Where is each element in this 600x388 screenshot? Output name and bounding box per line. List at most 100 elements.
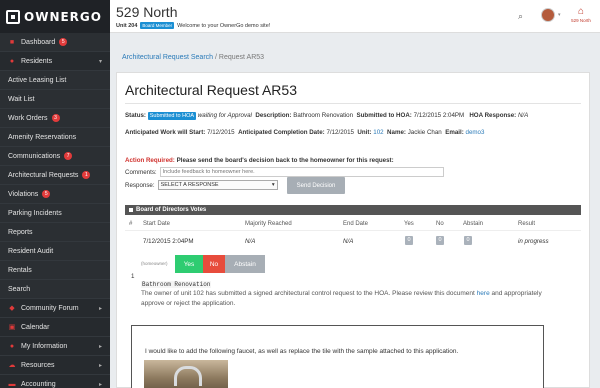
vote-end: N/A — [343, 238, 354, 245]
description-label: Description: — [255, 112, 292, 119]
sidebar-item-label: Rentals — [8, 266, 32, 274]
chat-icon: ◆ — [9, 305, 15, 312]
sidebar-item-resident-audit[interactable]: Resident Audit — [0, 242, 110, 261]
response-select[interactable]: SELECT A RESPONSE ▾ — [157, 180, 278, 190]
sidebar-item-accounting[interactable]: ▬ Accounting ▸ — [0, 375, 110, 388]
calendar-icon: ▣ — [8, 324, 16, 331]
sidebar-item-label: Amenity Reservations — [8, 133, 77, 141]
sidebar-item-active-leasing-list[interactable]: Active Leasing List — [0, 71, 110, 90]
sidebar-item-label: Accounting — [21, 380, 56, 388]
document-text: I would like to add the following faucet… — [145, 348, 459, 355]
app-logo[interactable]: OWNERGO — [0, 0, 110, 33]
table-divider — [125, 230, 581, 231]
welcome-text: Welcome to your OwnerGo demo site! — [177, 22, 271, 29]
sidebar-item-communications[interactable]: Communications 7 — [0, 147, 110, 166]
home-icon: ■ — [9, 38, 15, 46]
sidebar-item-parking-incidents[interactable]: Parking Incidents — [0, 204, 110, 223]
sidebar-item-my-information[interactable]: ● My Information ▸ — [0, 337, 110, 356]
response-row: Response: SELECT A RESPONSE ▾ — [125, 180, 278, 190]
sidebar-item-calendar[interactable]: ▣ Calendar — [0, 318, 110, 337]
chevron-down-icon[interactable]: ▾ — [558, 12, 561, 18]
abstain-count: 0 — [464, 236, 472, 245]
vote-majority: N/A — [245, 238, 256, 245]
sidebar-item-label: Work Orders — [8, 114, 48, 122]
top-bar: 529 North Unit 204 Board Member Welcome … — [110, 0, 600, 33]
status-note: waiting for Approval — [197, 112, 252, 119]
notification-badge: 7 — [64, 152, 73, 160]
breadcrumb-separator: / — [215, 54, 217, 61]
page-title: Architectural Request AR53 — [125, 82, 297, 98]
user-icon: ● — [9, 342, 15, 350]
sidebar-item-label: Violations — [8, 190, 39, 198]
document-preview: I would like to add the following faucet… — [131, 325, 544, 388]
sidebar-item-amenity-reservations[interactable]: Amenity Reservations — [0, 128, 110, 147]
sidebar-item-label: Architectural Requests — [8, 171, 79, 179]
chevron-right-icon: ▸ — [98, 343, 102, 350]
status-badge: Submitted to HOA — [147, 112, 197, 120]
sidebar-item-wait-list[interactable]: Wait List — [0, 90, 110, 109]
description-value: Bathroom Renovation — [293, 112, 354, 119]
action-message: Please send the board's decision back to… — [176, 157, 394, 164]
unit-label: Unit: — [357, 129, 372, 136]
sidebar-item-rentals[interactable]: Rentals — [0, 261, 110, 280]
sidebar-item-label: Reports — [8, 228, 33, 236]
sidebar: OWNERGO ■ Dashboard 5 ● Residents ▾ Active L… — [0, 0, 110, 388]
vote-as-label: (homeowner) — [141, 261, 168, 266]
col-end-date: End Date — [343, 221, 369, 227]
avatar[interactable] — [541, 8, 555, 22]
col-majority: Majority Reached — [245, 221, 292, 227]
comments-input[interactable] — [159, 167, 444, 177]
sidebar-item-work-orders[interactable]: Work Orders 3 — [0, 109, 110, 128]
vote-abstain-button[interactable]: Abstain — [225, 255, 265, 273]
search-icon[interactable]: ⌕ — [518, 11, 523, 22]
unit-link[interactable]: 102 — [373, 129, 383, 136]
col-start-date: Start Date — [143, 221, 171, 227]
document-link[interactable]: here — [477, 290, 490, 297]
property-name: 529 North — [116, 4, 178, 20]
vote-no-button[interactable]: No — [203, 255, 225, 273]
sidebar-item-label: Dashboard — [21, 38, 56, 46]
sidebar-item-reports[interactable]: Reports — [0, 223, 110, 242]
no-count: 0 — [436, 236, 444, 245]
sidebar-item-community-forum[interactable]: ◆ Community Forum ▸ — [0, 299, 110, 318]
send-decision-button[interactable]: Send Decision — [287, 177, 345, 194]
sidebar-nav: ■ Dashboard 5 ● Residents ▾ Active Leasing L… — [0, 33, 110, 388]
chevron-down-icon: ▾ — [271, 182, 275, 188]
email-link[interactable]: demo3 — [466, 129, 485, 136]
request-meta-row-2: Anticipated Work will Start: 7/12/2015 A… — [125, 129, 484, 136]
yes-count: 0 — [405, 236, 413, 245]
completion-label: Anticipated Completion Date: — [238, 129, 325, 136]
sidebar-item-label: Active Leasing List — [8, 76, 67, 84]
sidebar-item-search[interactable]: Search — [0, 280, 110, 299]
unit-label: Unit 204 — [116, 22, 138, 29]
community-logo: ⌂ 529 North — [568, 6, 594, 30]
vote-yes-button[interactable]: Yes — [175, 255, 203, 273]
sidebar-item-residents[interactable]: ● Residents ▾ — [0, 52, 110, 71]
faucet-icon — [174, 366, 202, 386]
comments-label: Comments: — [125, 168, 157, 176]
sidebar-item-violations[interactable]: Violations 5 — [0, 185, 110, 204]
faucet-image — [144, 360, 228, 388]
submitted-value: 7/12/2015 2:04PM — [413, 112, 465, 119]
breadcrumb-link-search[interactable]: Architectural Request Search — [122, 54, 213, 61]
start-value: 7/12/2015 — [207, 129, 235, 136]
sidebar-item-resources[interactable]: ☁ Resources ▸ — [0, 356, 110, 375]
chevron-down-icon: ▾ — [98, 58, 102, 65]
name-label: Name: — [387, 129, 406, 136]
completion-value: 7/12/2015 — [326, 129, 354, 136]
app-name: OWNERGO — [24, 9, 102, 24]
sidebar-item-architectural-requests[interactable]: Architectural Requests 1 — [0, 166, 110, 185]
name-value: Jackie Chan — [407, 129, 442, 136]
request-meta-row-1: Status: Submitted to HOA waiting for App… — [125, 112, 528, 120]
sidebar-item-dashboard[interactable]: ■ Dashboard 5 — [0, 33, 110, 52]
sidebar-item-label: Residents — [21, 57, 53, 65]
sidebar-item-label: Calendar — [21, 323, 50, 331]
breadcrumb-current: Request AR53 — [218, 54, 265, 61]
attachment-description: The owner of unit 102 has submitted a si… — [141, 289, 561, 309]
comments-row: Comments: — [125, 167, 444, 177]
square-icon — [129, 208, 133, 212]
sidebar-item-label: Resources — [21, 361, 55, 369]
description-text: The owner of unit 102 has submitted a si… — [141, 290, 475, 297]
notification-badge: 1 — [82, 171, 91, 179]
title-divider — [125, 103, 581, 104]
